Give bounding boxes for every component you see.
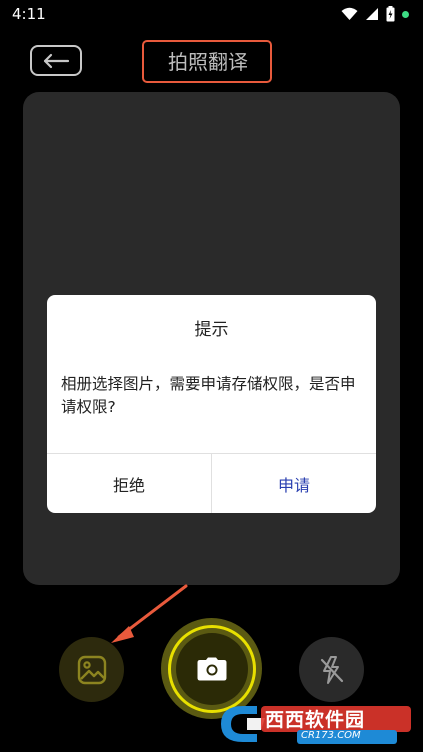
watermark: 西西软件园 CR173.COM — [217, 700, 417, 748]
annotation-arrow — [111, 584, 188, 643]
watermark-url: CR173.COM — [301, 730, 361, 741]
watermark-brand: 西西软件园 — [265, 709, 366, 731]
